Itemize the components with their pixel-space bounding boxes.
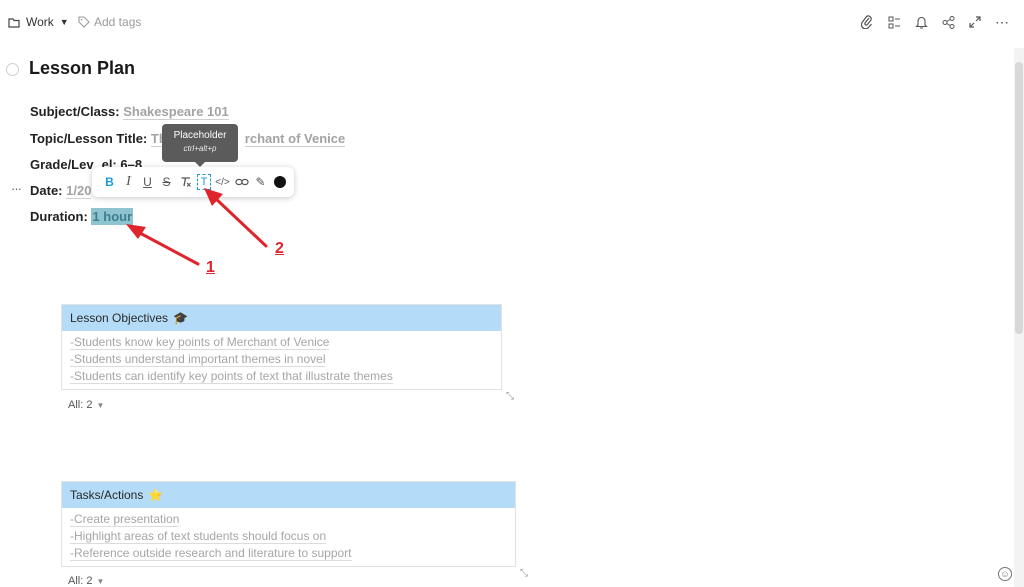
table-header-label: Tasks/Actions [70,488,144,502]
table-row[interactable]: -Reference outside research and literatu… [70,545,507,562]
link-button[interactable] [232,172,251,192]
resize-handle-icon[interactable]: ⤡ [518,568,530,580]
table-row[interactable]: -Highlight areas of text students should… [70,528,507,545]
chevron-down-icon[interactable]: ▼ [96,401,104,410]
field-label: Duration: [30,209,88,224]
code-button[interactable]: </> [213,172,232,192]
drag-handle-icon[interactable]: ··· [11,181,22,196]
folder-name: Work [26,15,54,29]
field-subject[interactable]: Subject/Class: Shakespeare 101 [30,104,229,120]
objectives-table: Lesson Objectives 🎓 -Students know key p… [61,304,502,390]
strikethrough-button[interactable]: S [157,172,176,192]
annotation-number-1: 1 [206,259,215,276]
table-row[interactable]: -Students know key points of Merchant of… [70,334,493,351]
field-value[interactable]: Shakespeare 101 [123,104,229,120]
format-toolbar: B I U S T </> ✎ [92,167,294,197]
chevron-down-icon[interactable]: ▼ [96,577,104,586]
expand-icon[interactable] [967,14,983,30]
bell-icon[interactable] [913,14,929,30]
field-label: Date: [30,183,63,198]
chevron-down-icon[interactable]: ▼ [60,17,69,27]
placeholder-tooltip: Placeholder ctrl+alt+p [162,124,238,167]
selected-text[interactable]: 1 hour [91,208,134,225]
underline-button[interactable]: U [138,172,157,192]
resize-handle-icon[interactable]: ⤡ [504,391,516,403]
feedback-smiley-icon[interactable]: ☺ [998,567,1012,581]
text-color-button[interactable] [274,176,286,188]
paperclip-icon[interactable] [859,14,875,30]
link-icon [234,178,249,186]
share-icon[interactable] [940,14,956,30]
table-count-filter[interactable]: All: 2 ▼ [68,399,104,411]
field-label-start: Grade/Lev [30,157,94,172]
more-icon[interactable]: ⋯ [994,14,1010,30]
tooltip-shortcut: ctrl+alt+p [183,144,217,153]
clear-format-button[interactable] [176,172,195,192]
folder-icon [8,17,20,28]
table-row[interactable]: -Students can identify key points of tex… [70,368,493,385]
italic-button[interactable]: I [119,172,138,192]
top-bar: Work ▼ Add tags ⋯ [0,0,1024,48]
table-header[interactable]: Tasks/Actions ⭐ [62,482,515,508]
folder-breadcrumb[interactable]: Work ▼ [8,15,69,29]
tooltip-title: Placeholder [173,130,227,141]
status-circle-icon[interactable] [6,63,19,76]
add-tags-button[interactable]: Add tags [78,15,141,29]
field-label: Subject/Class: [30,104,120,119]
scrollbar-thumb[interactable] [1015,62,1023,334]
placeholder-button[interactable]: T [197,174,211,190]
scrollbar[interactable] [1014,48,1024,587]
annotation-arrow-1 [126,224,200,266]
field-date[interactable]: Date: 1/20 [30,183,92,199]
layout-icon[interactable] [886,14,902,30]
table-count-filter[interactable]: All: 2 ▼ [68,575,104,587]
graduation-cap-icon: 🎓 [173,311,189,325]
table-row[interactable]: -Create presentation [70,511,507,528]
count-label: All: 2 [68,399,93,411]
highlight-button[interactable]: ✎ [251,172,270,192]
tag-icon [78,16,90,28]
table-row[interactable]: -Students understand important themes in… [70,351,493,368]
annotation-number-2: 2 [275,240,284,257]
clear-format-icon [181,177,191,187]
field-label: Topic/Lesson Title: [30,131,148,146]
field-value-end[interactable]: rchant of Venice [244,131,346,147]
page-title[interactable]: Lesson Plan [29,58,135,79]
table-header-label: Lesson Objectives [70,311,169,325]
field-value[interactable]: 1/20 [66,183,92,199]
count-label: All: 2 [68,575,93,587]
tasks-table: Tasks/Actions ⭐ -Create presentation -Hi… [61,481,516,567]
bold-button[interactable]: B [100,172,119,192]
star-icon: ⭐ [148,488,164,502]
table-header[interactable]: Lesson Objectives 🎓 [62,305,501,331]
field-duration[interactable]: Duration: 1 hour [30,208,134,225]
add-tags-label: Add tags [94,15,142,29]
